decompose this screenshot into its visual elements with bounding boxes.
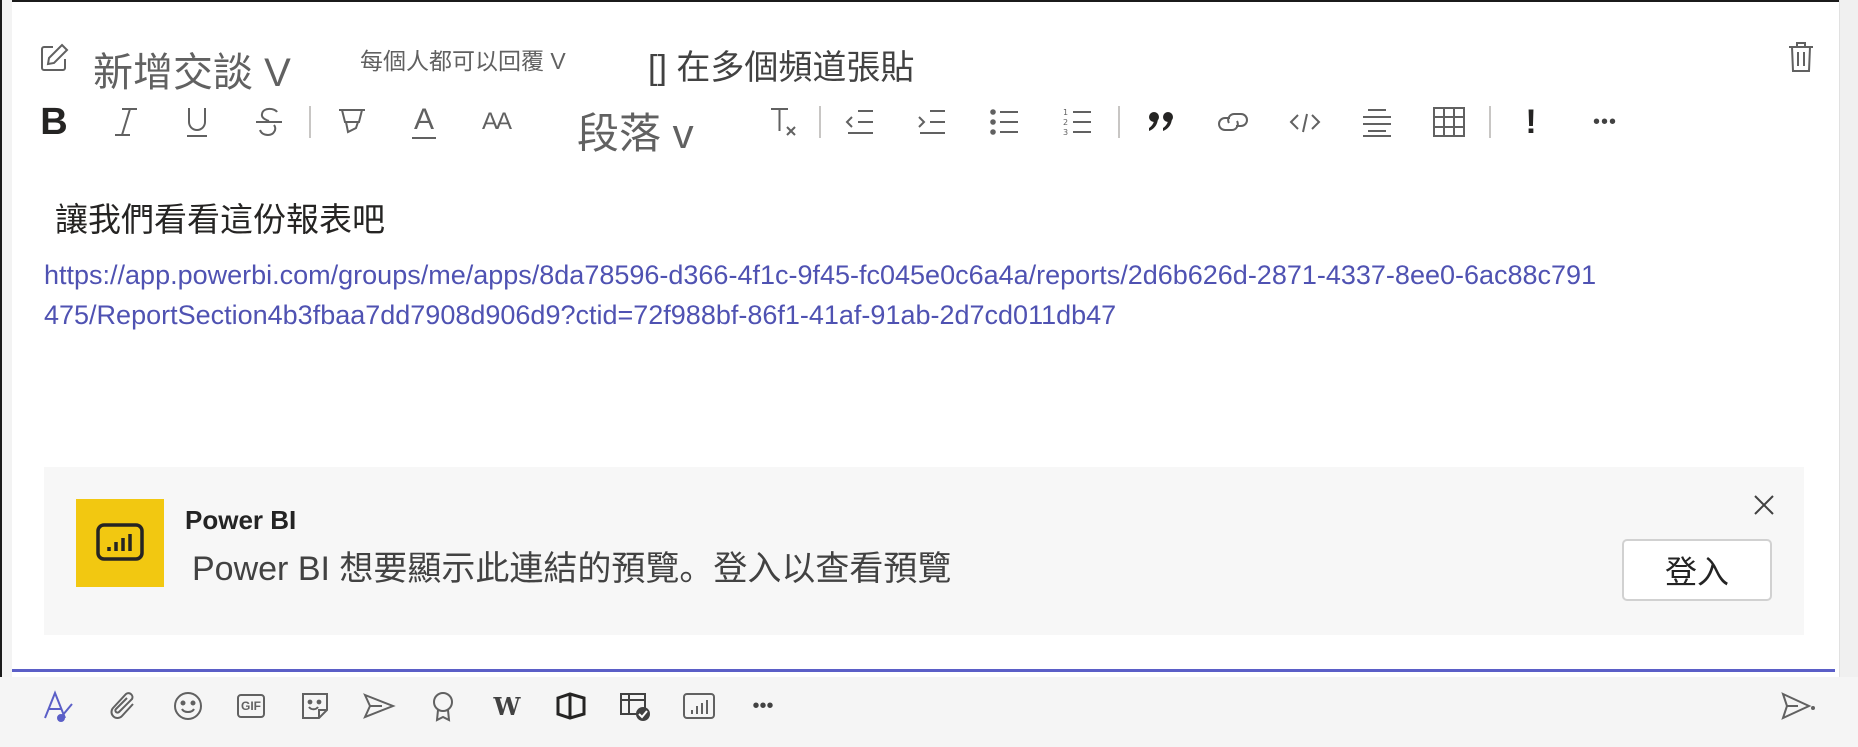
toolbar-divider — [819, 106, 821, 138]
approvals-app-icon[interactable] — [613, 686, 657, 726]
powerbi-app-icon[interactable] — [677, 686, 721, 726]
decrease-indent-icon[interactable] — [840, 103, 880, 141]
delete-icon[interactable] — [1786, 40, 1816, 79]
toolbar-divider — [1118, 106, 1120, 138]
strikethrough-button[interactable] — [249, 103, 289, 141]
sticker-icon[interactable] — [293, 686, 337, 726]
italic-button[interactable] — [106, 103, 146, 141]
praise-icon[interactable] — [421, 686, 465, 726]
code-snippet-icon[interactable] — [1285, 103, 1325, 141]
message-text[interactable]: 讓我們看看這份報表吧 — [55, 193, 385, 241]
left-edge — [2, 0, 12, 747]
bulleted-list-icon[interactable] — [985, 103, 1025, 141]
bottom-edge — [0, 677, 1858, 747]
link-preview-card: Power BI Power BI 想要顯示此連結的預覽。登入以查看預覽 登入 — [44, 467, 1804, 635]
attach-icon[interactable] — [102, 686, 146, 726]
reply-settings-dropdown[interactable]: 每個人都可以回覆 V — [360, 42, 566, 76]
font-size-button[interactable]: AA — [476, 103, 516, 141]
insert-table-icon[interactable] — [1429, 103, 1469, 141]
more-format-options-button[interactable]: ••• — [1583, 103, 1627, 141]
meet-now-icon[interactable] — [357, 686, 401, 726]
underline-button[interactable] — [177, 103, 217, 141]
wikipedia-icon[interactable]: W — [485, 686, 529, 726]
emoji-icon[interactable] — [166, 686, 210, 726]
svg-text:2: 2 — [1063, 118, 1068, 127]
numbered-list-icon[interactable]: 123 — [1058, 103, 1098, 141]
post-multiple-channels-toggle[interactable]: [] 在多個頻道張貼 — [648, 40, 914, 89]
gif-icon[interactable]: GIF — [229, 686, 273, 726]
format-icon[interactable] — [38, 686, 82, 726]
toolbar-divider — [1489, 106, 1491, 138]
paragraph-style-dropdown[interactable]: 段落 v — [577, 100, 694, 161]
subject-input[interactable]: 新增交談 V — [93, 40, 291, 98]
card-app-name: Power BI — [185, 505, 297, 535]
right-edge — [1839, 0, 1858, 747]
more-apps-button[interactable]: ••• — [741, 686, 785, 726]
edit-icon — [38, 42, 70, 79]
svg-text:3: 3 — [1063, 128, 1068, 137]
highlight-icon[interactable] — [332, 103, 372, 141]
font-color-button[interactable]: A — [404, 103, 444, 141]
mark-important-button[interactable]: ! — [1511, 103, 1551, 141]
svg-text:1: 1 — [1063, 108, 1068, 117]
toolbar-divider — [309, 106, 311, 138]
report-link[interactable]: https://app.powerbi.com/groups/me/apps/8… — [44, 255, 1604, 335]
quote-icon[interactable] — [1141, 103, 1181, 141]
bold-button[interactable]: B — [34, 101, 74, 143]
horizontal-rule-icon[interactable] — [1357, 103, 1397, 141]
close-icon[interactable] — [1744, 485, 1784, 525]
send-icon[interactable] — [1776, 686, 1820, 726]
clear-formatting-icon[interactable] — [763, 103, 803, 141]
stream-app-icon[interactable] — [549, 686, 593, 726]
card-description: Power BI 想要顯示此連結的預覽。登入以查看預覽 — [192, 550, 952, 588]
powerbi-logo-icon — [76, 499, 164, 587]
sign-in-button[interactable]: 登入 — [1622, 539, 1772, 601]
compose-focus-underline — [12, 669, 1835, 672]
increase-indent-icon[interactable] — [912, 103, 952, 141]
link-icon[interactable] — [1213, 103, 1253, 141]
